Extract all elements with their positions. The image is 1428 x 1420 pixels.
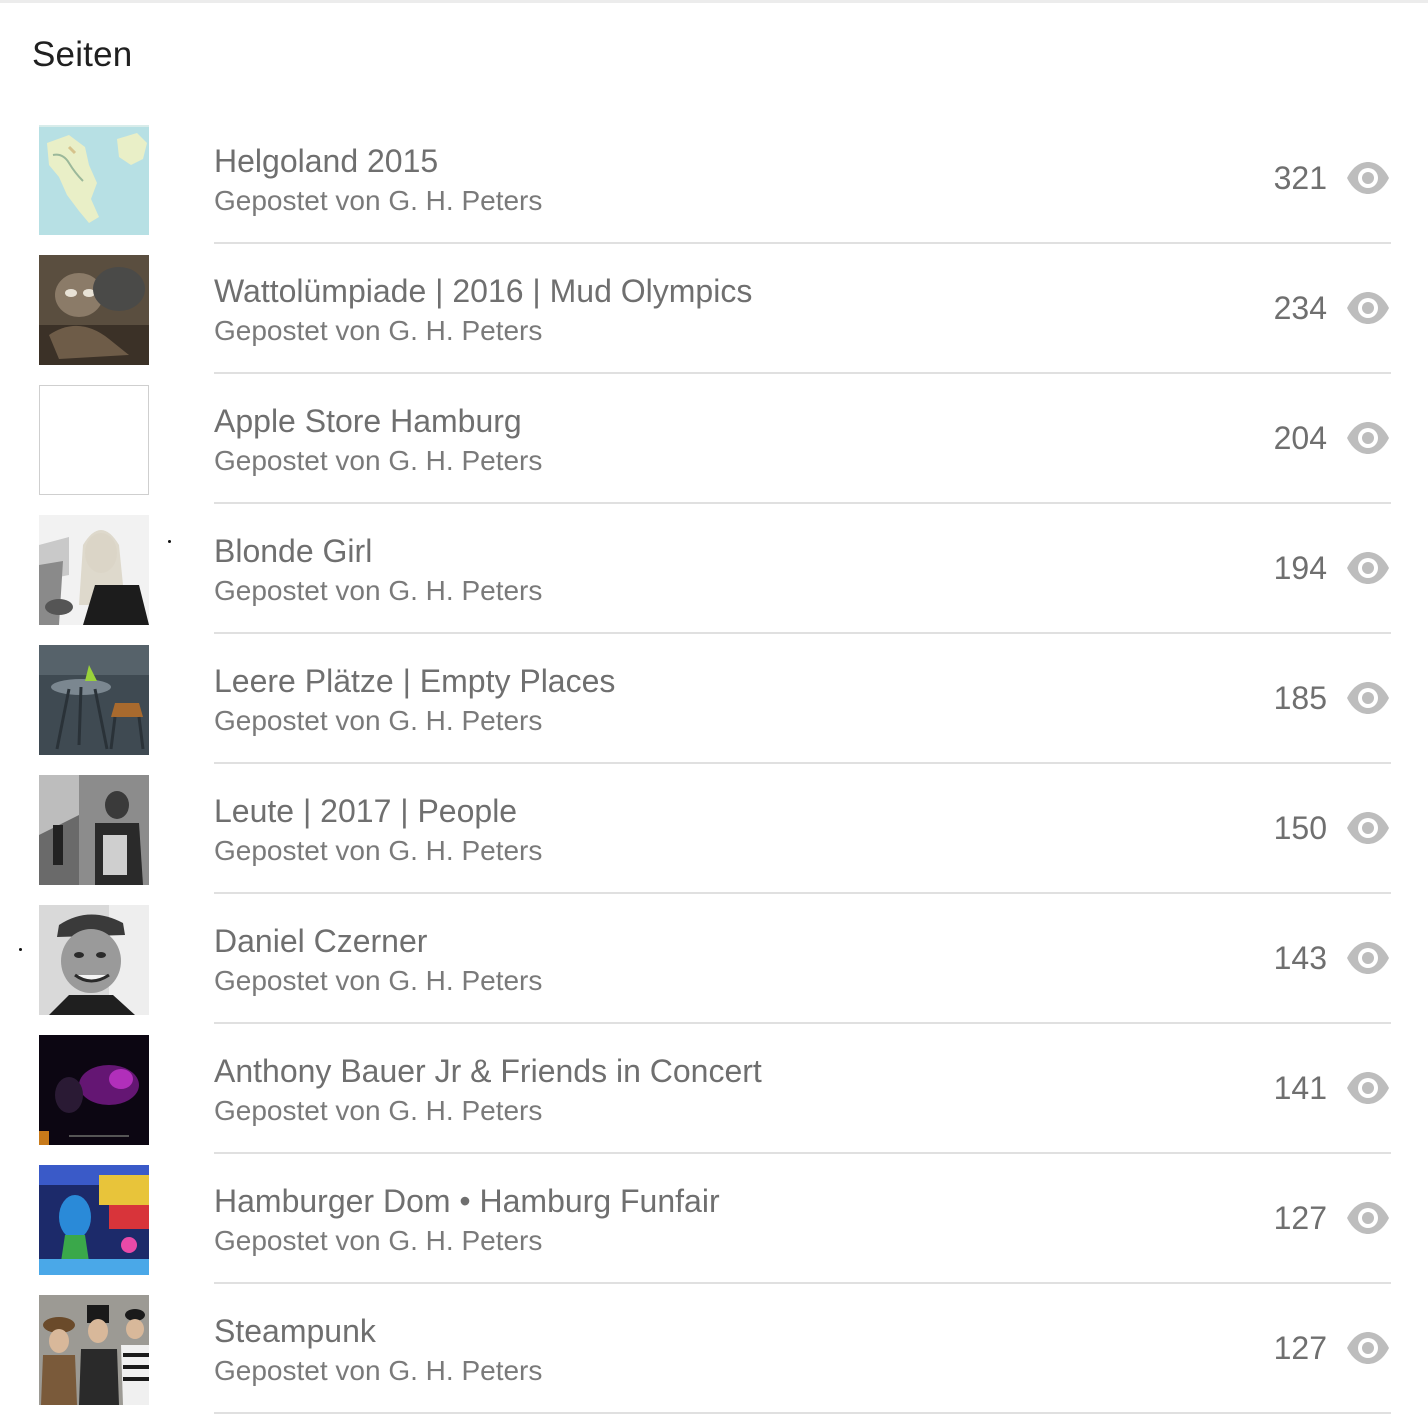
view-count: 127 xyxy=(1273,1200,1327,1236)
list-item[interactable]: Helgoland 2015 Gepostet von G. H. Peters… xyxy=(0,114,1428,244)
item-content: Helgoland 2015 Gepostet von G. H. Peters… xyxy=(214,114,1391,244)
thumbnail-image[interactable] xyxy=(39,1165,149,1275)
list-item[interactable]: Apple Store Hamburg Gepostet von G. H. P… xyxy=(0,374,1428,504)
list-item[interactable]: Steampunk Gepostet von G. H. Peters 127 xyxy=(0,1284,1428,1414)
item-author: Gepostet von G. H. Peters xyxy=(214,575,543,606)
item-author: Gepostet von G. H. Peters xyxy=(214,705,543,736)
pages-list: Helgoland 2015 Gepostet von G. H. Peters… xyxy=(0,114,1428,1414)
item-author: Gepostet von G. H. Peters xyxy=(214,445,543,476)
thumbnail-image[interactable] xyxy=(39,775,149,885)
list-item[interactable]: Hamburger Dom • Hamburg Funfair Gepostet… xyxy=(0,1154,1428,1284)
eye-icon xyxy=(1347,1332,1389,1364)
view-count: 194 xyxy=(1273,550,1327,586)
view-count: 204 xyxy=(1273,420,1327,456)
thumbnail-image[interactable] xyxy=(39,515,149,625)
item-author: Gepostet von G. H. Peters xyxy=(214,1225,543,1256)
item-content: Daniel Czerner Gepostet von G. H. Peters… xyxy=(214,894,1391,1024)
item-title[interactable]: Helgoland 2015 xyxy=(214,141,438,181)
eye-icon xyxy=(1347,812,1389,844)
list-item[interactable]: Wattolümpiade | 2016 | Mud Olympics Gepo… xyxy=(0,244,1428,374)
stray-dot xyxy=(19,948,22,951)
thumbnail-image[interactable] xyxy=(39,645,149,755)
list-item[interactable]: Daniel Czerner Gepostet von G. H. Peters… xyxy=(0,894,1428,1024)
item-content: Steampunk Gepostet von G. H. Peters 127 xyxy=(214,1284,1391,1414)
eye-icon xyxy=(1347,422,1389,454)
item-title[interactable]: Leere Plätze | Empty Places xyxy=(214,661,615,701)
list-item[interactable]: Blonde Girl Gepostet von G. H. Peters 19… xyxy=(0,504,1428,634)
list-item[interactable]: Anthony Bauer Jr & Friends in Concert Ge… xyxy=(0,1024,1428,1154)
item-author: Gepostet von G. H. Peters xyxy=(214,1095,543,1126)
item-title[interactable]: Anthony Bauer Jr & Friends in Concert xyxy=(214,1051,762,1091)
item-content: Blonde Girl Gepostet von G. H. Peters 19… xyxy=(214,504,1391,634)
thumbnail-image[interactable] xyxy=(39,385,149,495)
eye-icon xyxy=(1347,682,1389,714)
item-title[interactable]: Hamburger Dom • Hamburg Funfair xyxy=(214,1181,720,1221)
eye-icon xyxy=(1347,292,1389,324)
item-content: Leere Plätze | Empty Places Gepostet von… xyxy=(214,634,1391,764)
item-title[interactable]: Leute | 2017 | People xyxy=(214,791,517,831)
item-author: Gepostet von G. H. Peters xyxy=(214,185,543,216)
eye-icon xyxy=(1347,552,1389,584)
thumbnail-image[interactable] xyxy=(39,125,149,235)
item-author: Gepostet von G. H. Peters xyxy=(214,315,543,346)
section-title: Seiten xyxy=(32,35,133,74)
item-content: Wattolümpiade | 2016 | Mud Olympics Gepo… xyxy=(214,244,1391,374)
item-title[interactable]: Daniel Czerner xyxy=(214,921,427,961)
top-divider xyxy=(0,0,1428,3)
thumbnail-image[interactable] xyxy=(39,1295,149,1405)
item-content: Anthony Bauer Jr & Friends in Concert Ge… xyxy=(214,1024,1391,1154)
eye-icon xyxy=(1347,1072,1389,1104)
item-title[interactable]: Steampunk xyxy=(214,1311,376,1351)
stray-dot xyxy=(168,540,171,543)
view-count: 234 xyxy=(1273,290,1327,326)
item-author: Gepostet von G. H. Peters xyxy=(214,965,543,996)
thumbnail-image[interactable] xyxy=(39,905,149,1015)
view-count: 141 xyxy=(1273,1070,1327,1106)
view-count: 321 xyxy=(1273,160,1327,196)
view-count: 143 xyxy=(1273,940,1327,976)
item-content: Hamburger Dom • Hamburg Funfair Gepostet… xyxy=(214,1154,1391,1284)
item-author: Gepostet von G. H. Peters xyxy=(214,1355,543,1386)
eye-icon xyxy=(1347,1202,1389,1234)
eye-icon xyxy=(1347,942,1389,974)
eye-icon xyxy=(1347,162,1389,194)
list-item[interactable]: Leere Plätze | Empty Places Gepostet von… xyxy=(0,634,1428,764)
thumbnail-image[interactable] xyxy=(39,255,149,365)
list-item[interactable]: Leute | 2017 | People Gepostet von G. H.… xyxy=(0,764,1428,894)
thumbnail-image[interactable] xyxy=(39,1035,149,1145)
view-count: 185 xyxy=(1273,680,1327,716)
view-count: 150 xyxy=(1273,810,1327,846)
item-content: Leute | 2017 | People Gepostet von G. H.… xyxy=(214,764,1391,894)
item-title[interactable]: Blonde Girl xyxy=(214,531,372,571)
view-count: 127 xyxy=(1273,1330,1327,1366)
item-author: Gepostet von G. H. Peters xyxy=(214,835,543,866)
item-title[interactable]: Wattolümpiade | 2016 | Mud Olympics xyxy=(214,271,752,311)
item-content: Apple Store Hamburg Gepostet von G. H. P… xyxy=(214,374,1391,504)
item-title[interactable]: Apple Store Hamburg xyxy=(214,401,522,441)
